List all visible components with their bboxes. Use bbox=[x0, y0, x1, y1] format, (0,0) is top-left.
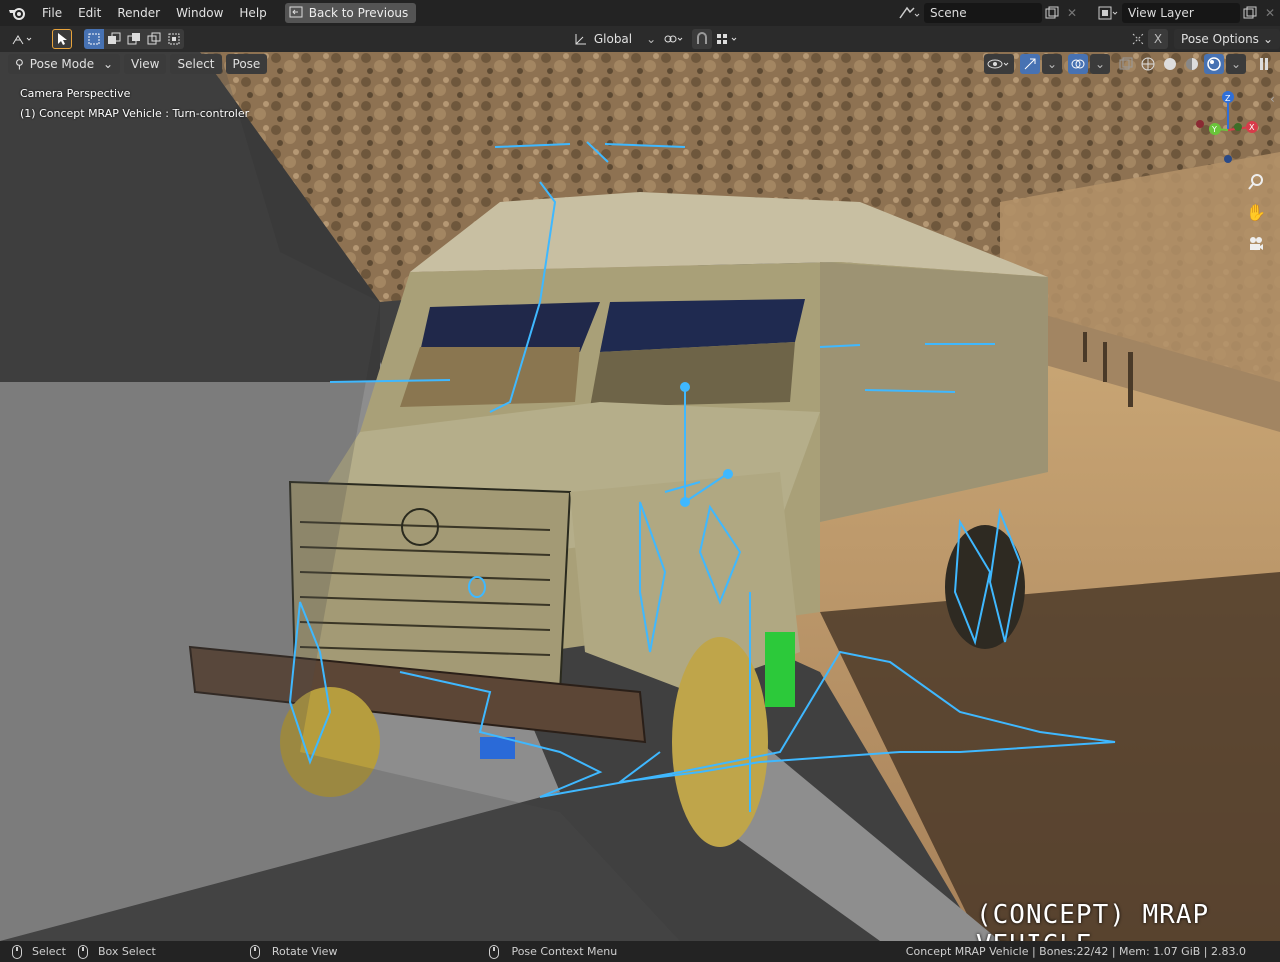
snap-toggle-icon[interactable] bbox=[692, 29, 713, 49]
select-mode-subtract-icon[interactable] bbox=[124, 29, 144, 49]
back-icon bbox=[289, 6, 303, 21]
menu-render[interactable]: Render bbox=[109, 0, 168, 26]
rendered-shading-icon[interactable] bbox=[1204, 54, 1224, 74]
select-mode-invert-icon[interactable] bbox=[144, 29, 164, 49]
navigation-gizmo[interactable]: Z X Y bbox=[1190, 87, 1270, 167]
status-bar: Select Box Select Rotate View Pose Conte… bbox=[0, 941, 1280, 962]
pan-hand-icon[interactable]: ✋ bbox=[1244, 200, 1268, 224]
status-pose-context: Pose Context Menu bbox=[511, 945, 618, 958]
new-scene-icon[interactable] bbox=[1042, 3, 1062, 23]
pose-options-dropdown[interactable]: Pose Options ⌄ bbox=[1174, 29, 1280, 49]
delete-scene-icon[interactable]: ✕ bbox=[1062, 3, 1082, 23]
menu-pose[interactable]: Pose bbox=[225, 54, 268, 74]
select-mode-new-icon[interactable] bbox=[84, 29, 104, 49]
status-select: Select bbox=[32, 945, 66, 958]
menu-help[interactable]: Help bbox=[231, 0, 274, 26]
status-box-select: Box Select bbox=[97, 945, 156, 958]
xray-toggle-icon[interactable] bbox=[1116, 54, 1136, 74]
blender-logo-icon[interactable] bbox=[0, 0, 34, 26]
editor-type-icon[interactable] bbox=[4, 29, 42, 49]
menu-file[interactable]: File bbox=[34, 0, 70, 26]
transform-orientation-icon[interactable] bbox=[570, 29, 590, 49]
active-bone-label: (1) Concept MRAP Vehicle : Turn-controle… bbox=[20, 107, 250, 120]
pose-mode-icon: ⚲ bbox=[15, 57, 24, 71]
mouse-drag-icon bbox=[77, 944, 88, 959]
gizmo-y-label: Y bbox=[1211, 125, 1217, 134]
visibility-eye-icon[interactable] bbox=[984, 54, 1014, 74]
mirror-x-toggle[interactable]: X bbox=[1148, 29, 1169, 49]
view-layer-icon[interactable] bbox=[1094, 3, 1122, 23]
scene-selector-icon[interactable] bbox=[894, 3, 924, 23]
menu-window[interactable]: Window bbox=[168, 0, 231, 26]
chevron-down-icon: ⌄ bbox=[102, 57, 113, 71]
gizmo-x-label: X bbox=[1249, 123, 1255, 132]
sidebar-expand-icon[interactable]: ‹ bbox=[1270, 92, 1275, 106]
chevron-down-icon: ⌄ bbox=[646, 32, 657, 46]
mouse-left-icon bbox=[12, 944, 22, 959]
overlays-toggle-icon[interactable] bbox=[1068, 54, 1088, 74]
mirror-icon[interactable] bbox=[1128, 29, 1148, 49]
new-view-layer-icon[interactable] bbox=[1240, 3, 1260, 23]
watermark-title: (CONCEPT) MRAP VEHICLE bbox=[976, 900, 1210, 941]
tool-header: Global ⌄ X Pose Options ⌄ bbox=[0, 26, 1280, 52]
orientation-dropdown[interactable]: Global ⌄ bbox=[590, 32, 660, 46]
scene-name-field[interactable]: Scene bbox=[924, 3, 1042, 23]
back-to-previous-button[interactable]: Back to Previous bbox=[284, 3, 417, 23]
menu-select[interactable]: Select bbox=[170, 54, 222, 74]
overlays-dropdown-icon[interactable]: ⌄ bbox=[1090, 54, 1110, 74]
gizmo-dropdown-icon[interactable]: ⌄ bbox=[1042, 54, 1062, 74]
pivot-point-icon[interactable] bbox=[660, 29, 688, 49]
top-menu-bar: File Edit Render Window Help Back to Pre… bbox=[0, 0, 1280, 26]
solid-shading-icon[interactable] bbox=[1160, 54, 1180, 74]
shading-dropdown-icon[interactable]: ⌄ bbox=[1226, 54, 1246, 74]
mode-dropdown[interactable]: ⚲ Pose Mode ⌄ bbox=[8, 54, 120, 74]
select-mode-extend-icon[interactable] bbox=[104, 29, 124, 49]
gizmo-z-label: Z bbox=[1225, 94, 1231, 103]
chevron-down-icon: ⌄ bbox=[1262, 32, 1273, 46]
zoom-icon[interactable] bbox=[1244, 170, 1268, 194]
snap-target-icon[interactable] bbox=[712, 29, 742, 49]
wireframe-shading-icon[interactable] bbox=[1138, 54, 1158, 74]
back-to-previous-label: Back to Previous bbox=[308, 6, 409, 20]
camera-view-icon[interactable] bbox=[1244, 232, 1268, 256]
viewport-header: ⚲ Pose Mode ⌄ View Select Pose bbox=[8, 54, 268, 74]
viewport-shading-controls: ⌄ ⌄ ⌄ bbox=[984, 54, 1274, 74]
view-layer-field[interactable]: View Layer bbox=[1122, 3, 1240, 23]
camera-perspective-label: Camera Perspective bbox=[20, 87, 131, 100]
mouse-middle-icon bbox=[249, 944, 260, 959]
viewport-scene bbox=[0, 52, 1280, 941]
menu-view[interactable]: View bbox=[124, 54, 167, 74]
status-info: Concept MRAP Vehicle | Bones:22/42 | Mem… bbox=[905, 945, 1246, 958]
pose-options-label: Pose Options bbox=[1181, 32, 1259, 46]
status-rotate-view: Rotate View bbox=[271, 945, 338, 958]
material-shading-icon[interactable] bbox=[1182, 54, 1202, 74]
sidebar-toggle-icon[interactable] bbox=[1254, 54, 1274, 74]
select-tool-icon[interactable] bbox=[52, 29, 72, 49]
select-mode-intersect-icon[interactable] bbox=[164, 29, 184, 49]
orientation-label: Global bbox=[593, 32, 633, 46]
gizmo-toggle-icon[interactable] bbox=[1020, 54, 1040, 74]
mode-label: Pose Mode bbox=[29, 57, 95, 71]
menu-edit[interactable]: Edit bbox=[70, 0, 109, 26]
3d-viewport[interactable]: ⚲ Pose Mode ⌄ View Select Pose ⌄ ⌄ ⌄ Cam… bbox=[0, 52, 1280, 941]
mouse-right-icon bbox=[489, 944, 500, 959]
delete-view-layer-icon[interactable]: ✕ bbox=[1260, 3, 1280, 23]
